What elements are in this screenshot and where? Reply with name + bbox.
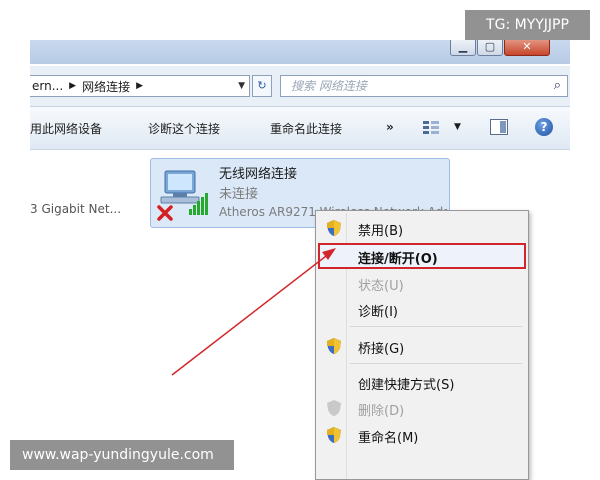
shield-icon [327, 427, 341, 443]
view-dropdown-chevron-icon[interactable]: ▼ [454, 122, 461, 132]
help-icon[interactable]: ? [535, 118, 553, 136]
minimize-button[interactable]: ▁ [450, 40, 476, 56]
disconnected-x-icon [157, 205, 173, 221]
refresh-button[interactable]: ↻ [252, 75, 272, 97]
menu-item-label: 重命名(M) [358, 431, 419, 446]
change-view-icon[interactable] [423, 121, 439, 134]
breadcrumb-arrow-icon[interactable]: ▶ [136, 81, 143, 91]
menu-item-label: 连接/断开(O) [358, 252, 438, 267]
menu-item-diagnose[interactable]: 诊断(I) [318, 296, 526, 322]
menu-item-connect-disconnect[interactable]: 连接/断开(O) [318, 243, 526, 269]
breadcrumb-current[interactable]: 网络连接 [82, 78, 130, 95]
more-button[interactable]: » [386, 120, 394, 134]
search-input[interactable]: 搜索 网络连接 ⌕ [280, 75, 568, 97]
menu-item-label: 禁用(B) [358, 224, 404, 239]
refresh-icon: ↻ [257, 79, 267, 92]
breadcrumb-partial[interactable]: ern... [32, 79, 63, 93]
menu-item-disable[interactable]: 禁用(B) [318, 215, 526, 241]
ethernet-adapter-name[interactable]: 3 Gigabit Net... [30, 202, 121, 216]
menu-item-delete[interactable]: 删除(D) [318, 395, 526, 421]
adapter-status: 未连接 [219, 187, 259, 202]
shield-icon [327, 400, 341, 416]
breadcrumb-arrow-icon[interactable]: ▶ [69, 81, 76, 91]
maximize-button[interactable]: ▢ [477, 40, 503, 56]
chevron-down-icon[interactable]: ▼ [238, 81, 245, 91]
search-placeholder: 搜索 网络连接 [291, 79, 367, 93]
title-bar: ▁ ▢ ✕ [30, 40, 570, 64]
shield-icon [327, 338, 341, 354]
menu-item-status[interactable]: 状态(U) [318, 270, 526, 296]
adapter-name: 无线网络连接 [219, 167, 298, 182]
menu-item-label: 诊断(I) [358, 305, 398, 320]
menu-item-label: 桥接(G) [358, 342, 405, 357]
rename-button[interactable]: 重命名此连接 [270, 120, 342, 137]
close-button[interactable]: ✕ [504, 40, 550, 56]
menu-item-label: 状态(U) [358, 279, 404, 294]
watermark-overlay: www.wap-yundingyule.com [10, 440, 234, 470]
context-menu: 禁用(B) 连接/断开(O) 状态(U) 诊断(I) 桥接(G) 创建快捷方式(… [315, 210, 529, 480]
preview-pane-icon[interactable] [490, 119, 508, 135]
command-toolbar: 用此网络设备 诊断这个连接 重命名此连接 » ▼ ? [30, 107, 570, 150]
menu-item-label: 删除(D) [358, 404, 405, 419]
search-icon[interactable]: ⌕ [554, 76, 561, 96]
menu-item-create-shortcut[interactable]: 创建快捷方式(S) [318, 369, 526, 395]
tg-tag-overlay: TG: MYYJJPP [465, 10, 590, 40]
menu-separator [350, 363, 522, 364]
menu-item-rename[interactable]: 重命名(M) [318, 422, 526, 448]
menu-item-label: 创建快捷方式(S) [358, 378, 455, 393]
address-bar-row: ern... ▶ 网络连接 ▶ ▼ ↻ 搜索 网络连接 ⌕ [30, 66, 570, 107]
menu-separator [350, 326, 522, 327]
disable-device-button[interactable]: 用此网络设备 [30, 120, 102, 137]
diagnose-button[interactable]: 诊断这个连接 [148, 120, 220, 137]
menu-item-bridge[interactable]: 桥接(G) [318, 333, 526, 359]
shield-icon [327, 220, 341, 236]
address-bar[interactable]: ern... ▶ 网络连接 ▶ ▼ [30, 75, 250, 97]
